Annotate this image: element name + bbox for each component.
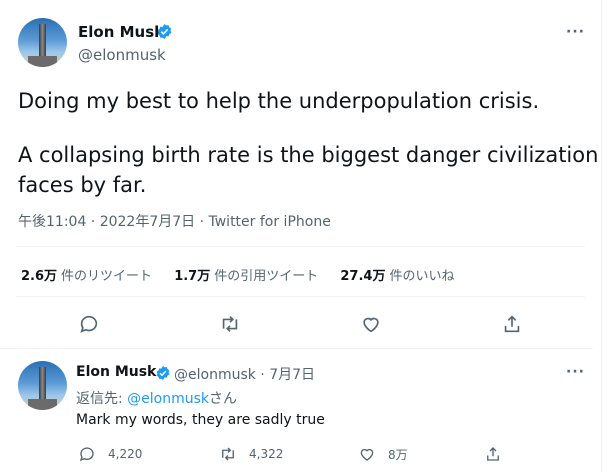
reply-icon: [79, 447, 94, 462]
reply-handle-date[interactable]: @elonmusk · 7月7日: [174, 364, 315, 384]
retweet-icon[interactable]: [219, 313, 241, 335]
divider: [16, 296, 585, 297]
replying-to-handle[interactable]: @elonmusk: [127, 391, 209, 407]
reply-text: Mark my words, they are sadly true: [76, 412, 325, 428]
divider: [0, 348, 593, 349]
share-icon: [487, 447, 499, 461]
author-handle[interactable]: @elonmusk: [78, 46, 166, 64]
like-icon: [360, 448, 374, 461]
reply-retweet-button[interactable]: 4,322: [219, 445, 283, 463]
share-icon[interactable]: [501, 313, 523, 335]
reply-reply-button[interactable]: 4,220: [78, 445, 142, 463]
retweet-count[interactable]: 2.6万 件のリツイート: [21, 269, 152, 284]
like-count: 8万: [388, 447, 408, 462]
retweet-count: 4,322: [249, 447, 284, 461]
tweet-thread: Elon Musk @elonmusk ··· Doing my best to…: [0, 0, 602, 472]
avatar[interactable]: [18, 361, 67, 410]
verified-badge-icon: [156, 366, 170, 380]
more-options-icon[interactable]: ···: [566, 24, 585, 40]
more-options-icon[interactable]: ···: [566, 364, 585, 380]
replying-to: 返信先: @elonmuskさん: [76, 391, 238, 407]
like-icon[interactable]: [360, 313, 382, 335]
verified-badge-icon: [157, 24, 172, 39]
tweet-timestamp[interactable]: 午後11:04 · 2022年7月7日 · Twitter for iPhone: [18, 211, 331, 231]
reply-share-button[interactable]: [484, 445, 514, 463]
reply-count: 4,220: [108, 447, 143, 461]
divider: [16, 246, 585, 247]
tweet-text-line-1: Doing my best to help the underpopulatio…: [18, 89, 540, 113]
tweet-text-line-3: faces by far.: [18, 173, 147, 197]
reply-like-button[interactable]: 8万: [358, 445, 408, 463]
reply-icon[interactable]: [78, 313, 100, 335]
tweet-text-line-2: A collapsing birth rate is the biggest d…: [18, 143, 599, 167]
avatar[interactable]: [18, 18, 67, 67]
tweet-stats: 2.6万 件のリツイート 1.7万 件の引用ツイート 27.4万 件のいいね: [21, 265, 472, 284]
like-count[interactable]: 27.4万 件のいいね: [340, 269, 454, 284]
retweet-icon: [222, 447, 234, 461]
reply-author-name[interactable]: Elon Musk: [76, 364, 156, 380]
quote-count[interactable]: 1.7万 件の引用ツイート: [174, 269, 318, 284]
author-name[interactable]: Elon Musk: [78, 23, 164, 41]
